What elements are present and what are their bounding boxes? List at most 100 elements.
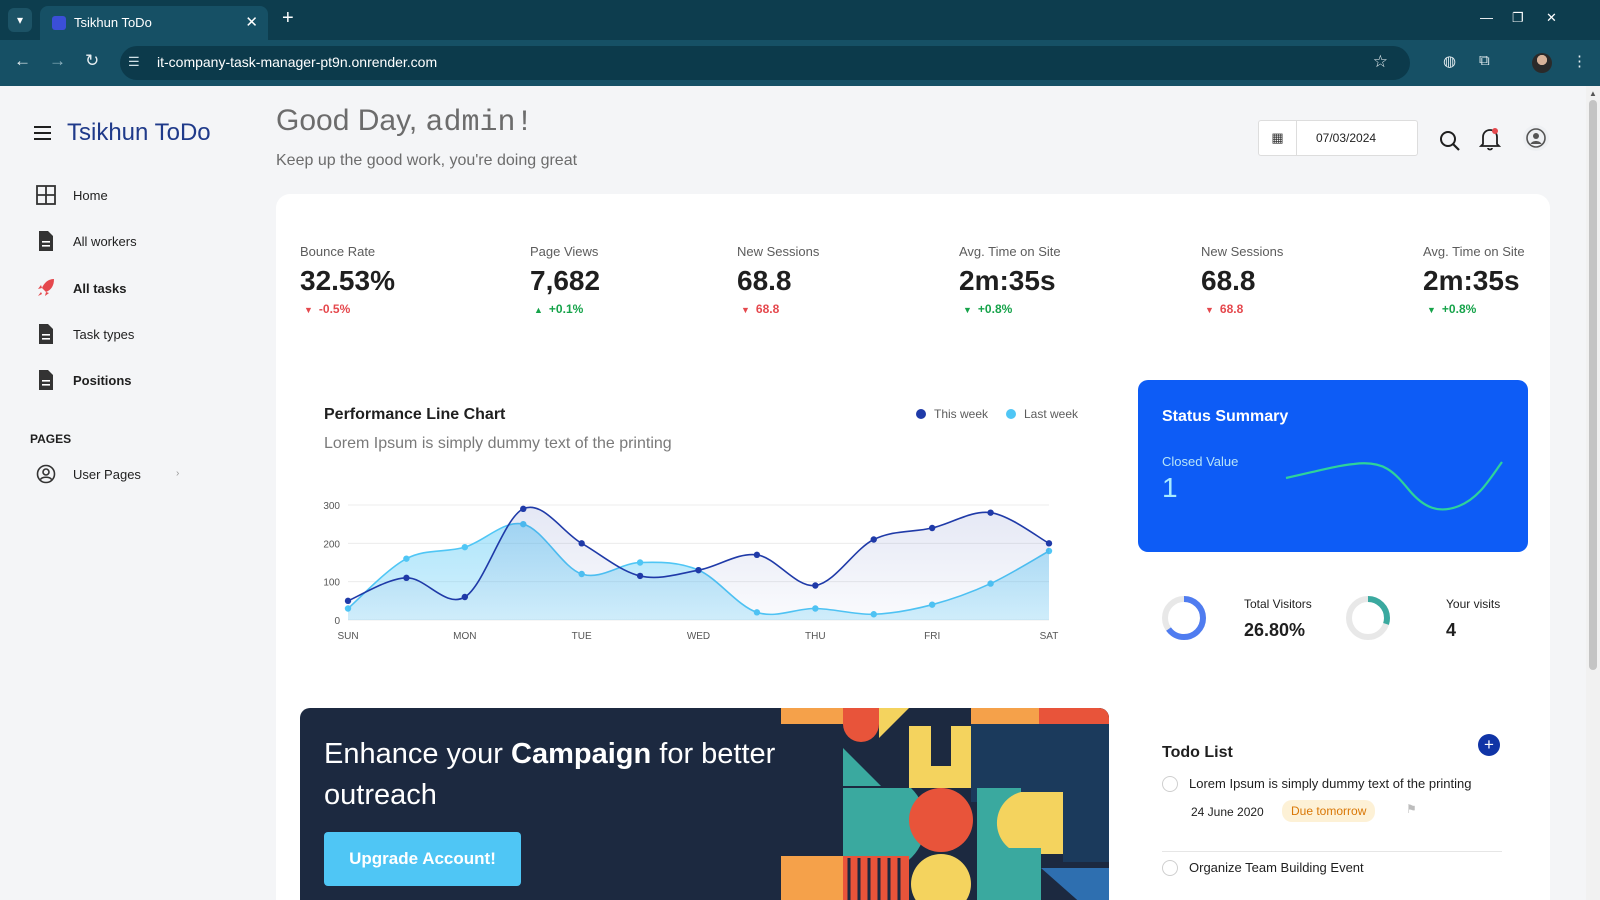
forward-icon[interactable]: → — [49, 51, 66, 71]
tab-search-button[interactable]: ▾ — [8, 8, 32, 32]
stat-label: New Sessions — [1201, 244, 1284, 259]
caret-up-icon: ▲ — [534, 305, 543, 315]
sidebar-item-label: All workers — [73, 234, 137, 249]
total-visitors-donut — [1162, 596, 1206, 640]
caret-down-icon: ▼ — [963, 305, 972, 315]
address-bar: ← → ↻ ☰ it-company-task-manager-pt9n.onr… — [0, 40, 1600, 86]
sidebar-item-label: Home — [73, 188, 108, 203]
stat-avg-time-2: Avg. Time on Site 2m:35s ▼ +0.8% — [1423, 244, 1525, 316]
stat-delta: ▼ +0.8% — [1427, 302, 1477, 316]
stat-value: 32.53% — [300, 265, 395, 296]
brand-title[interactable]: Tsikhun ToDo — [67, 119, 211, 147]
restore-icon[interactable]: ❐ — [1512, 10, 1524, 26]
legend-this-week: This week — [916, 407, 988, 421]
flag-icon[interactable]: ⚑ — [1406, 802, 1417, 816]
data-point — [695, 566, 702, 574]
bookmark-star-icon[interactable]: ☆ — [1373, 52, 1388, 72]
stat-page-views: Page Views 7,682 ▲ +0.1% — [530, 244, 600, 316]
pages-section-header: PAGES — [30, 432, 72, 446]
dashboard-card: Bounce Rate 32.53% ▼ -0.5% Page Views 7,6… — [276, 194, 1550, 900]
back-icon[interactable]: ← — [14, 51, 31, 71]
extensions-puzzle-icon[interactable]: ⧉ — [1479, 52, 1490, 69]
greeting-username: admin! — [425, 106, 534, 140]
user-avatar-icon[interactable] — [1522, 124, 1550, 152]
data-point — [636, 572, 644, 580]
close-window-icon[interactable]: ✕ — [1546, 10, 1557, 26]
caret-down-icon: ▼ — [1205, 305, 1214, 315]
new-tab-icon[interactable]: + — [282, 7, 294, 30]
x-tick-label: MON — [453, 631, 476, 642]
stat-value: 68.8 — [1201, 265, 1256, 296]
url-text[interactable]: it-company-task-manager-pt9n.onrender.co… — [157, 54, 437, 70]
browser-tab-bar: ▾ Tsikhun ToDo ✕ + — ❐ ✕ — [0, 0, 1600, 40]
todo-list-title: Todo List — [1162, 744, 1233, 761]
todo-item-text: Lorem Ipsum is simply dummy text of the … — [1189, 776, 1472, 791]
y-tick-label: 0 — [334, 616, 340, 627]
sidebar-item-task-types[interactable]: Task types — [36, 323, 236, 347]
data-point — [344, 597, 352, 605]
stat-delta: ▼ -0.5% — [304, 302, 351, 316]
calendar-icon[interactable]: ▦ — [1259, 121, 1297, 155]
campaign-banner: Enhance your Campaign for better outreac… — [300, 708, 1109, 900]
document-icon — [39, 370, 53, 390]
status-summary-card: Status Summary Closed Value 1 — [1138, 380, 1528, 552]
stat-bounce-rate: Bounce Rate 32.53% ▼ -0.5% — [300, 244, 395, 316]
todo-divider — [1162, 851, 1502, 852]
browser-tab[interactable]: Tsikhun ToDo ✕ — [40, 6, 268, 40]
data-point — [636, 559, 644, 566]
greeting-subtitle: Keep up the good work, you're doing grea… — [276, 152, 578, 169]
page-scrollbar[interactable]: ▲ — [1586, 86, 1600, 900]
greeting-prefix: Good Day, — [276, 104, 418, 137]
stat-label: Avg. Time on Site — [1423, 244, 1525, 259]
site-info-icon[interactable]: ☰ — [128, 54, 140, 70]
closed-value: 1 — [1162, 472, 1178, 503]
stat-value: 2m:35s — [959, 265, 1056, 296]
browser-profile-avatar[interactable] — [1532, 53, 1552, 73]
sidebar-item-all-tasks[interactable]: All tasks — [36, 277, 236, 301]
stat-label: Avg. Time on Site — [959, 244, 1061, 259]
banner-text: Enhance your Campaign for better outreac… — [324, 738, 776, 811]
stat-delta: ▼ +0.8% — [963, 302, 1013, 316]
your-visits-label: Your visits — [1446, 597, 1501, 611]
minimize-icon[interactable]: — — [1480, 10, 1493, 25]
upgrade-account-button[interactable]: Upgrade Account! — [324, 832, 521, 886]
scroll-thumb[interactable] — [1589, 100, 1597, 670]
stat-delta: ▲ +0.1% — [534, 302, 584, 316]
sidebar-item-all-workers[interactable]: All workers — [36, 230, 236, 254]
total-visitors-label: Total Visitors — [1244, 597, 1312, 611]
data-point — [1045, 540, 1053, 547]
browser-menu-icon[interactable]: ⋮ — [1572, 52, 1587, 70]
date-value[interactable]: 07/03/2024 — [1316, 131, 1376, 145]
data-point — [928, 524, 936, 532]
legend-dot — [916, 409, 926, 419]
close-tab-icon[interactable]: ✕ — [245, 13, 258, 31]
sidebar-item-home[interactable]: Home — [36, 184, 236, 208]
closed-value-label: Closed Value — [1162, 454, 1239, 469]
url-bar[interactable]: ☰ it-company-task-manager-pt9n.onrender.… — [120, 46, 1410, 80]
data-point — [870, 536, 877, 543]
stat-value: 7,682 — [530, 265, 601, 296]
reload-icon[interactable]: ↻ — [85, 51, 99, 71]
data-point — [812, 582, 819, 589]
due-badge: Due tomorrow — [1282, 800, 1376, 822]
total-visitors-value: 26.80% — [1244, 620, 1306, 640]
legend-last-week: Last week — [1006, 407, 1078, 421]
hamburger-menu-icon[interactable] — [34, 126, 51, 144]
x-tick-label: TUE — [572, 631, 592, 642]
scroll-up-arrow-icon[interactable]: ▲ — [1589, 89, 1597, 98]
rocket-icon — [38, 279, 54, 296]
extension-icon[interactable]: ◍ — [1443, 52, 1456, 70]
x-tick-label: FRI — [924, 631, 940, 642]
stat-delta: ▼ 68.8 — [741, 302, 780, 316]
data-point — [520, 505, 527, 513]
search-icon[interactable] — [1439, 130, 1461, 152]
data-point — [987, 509, 994, 516]
todo-checkbox[interactable] — [1162, 776, 1178, 792]
caret-down-icon: ▼ — [1427, 305, 1436, 315]
x-tick-label: SAT — [1040, 631, 1059, 642]
date-picker[interactable]: ▦ 07/03/2024 — [1258, 120, 1418, 156]
todo-checkbox[interactable] — [1162, 860, 1178, 876]
add-todo-button[interactable]: + — [1478, 734, 1500, 756]
sidebar-item-user-pages[interactable]: User Pages › — [36, 463, 236, 487]
sidebar-item-positions[interactable]: Positions — [36, 369, 236, 393]
